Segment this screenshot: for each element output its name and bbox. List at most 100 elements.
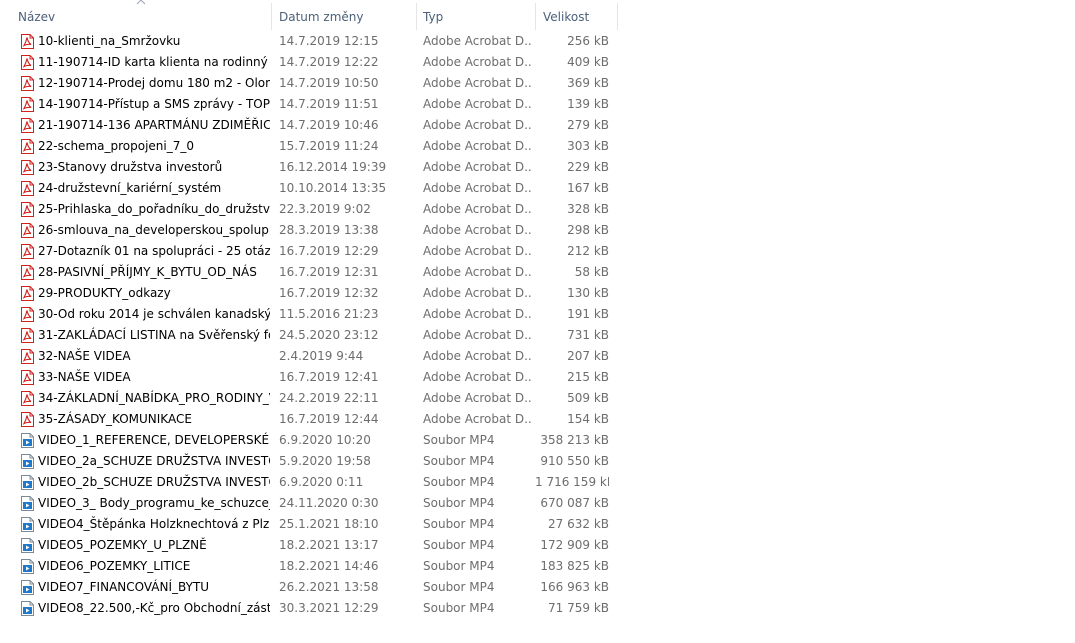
file-row[interactable]: VIDEO6_POZEMKY_LITICE 18.2.2021 14:46 So…	[0, 556, 620, 577]
file-name: 23-Stanovy družstva investorů	[38, 160, 223, 174]
file-row[interactable]: 26-smlouva_na_developerskou_spolupraci 2…	[0, 220, 620, 241]
file-row[interactable]: VIDEO4_Štěpánka Holzknechtová z Plzně ..…	[0, 514, 620, 535]
file-size: 910 550 kB	[540, 454, 609, 468]
file-type: Adobe Acrobat D...	[423, 286, 531, 300]
file-row[interactable]: 34-ZÁKLADNÍ_NABÍDKA_PRO_RODINY_V... 24.2…	[0, 388, 620, 409]
pdf-icon	[21, 202, 34, 217]
file-type: Adobe Acrobat D...	[423, 391, 531, 405]
pdf-icon	[21, 34, 34, 49]
file-row[interactable]: VIDEO_1_REFERENCE, DEVELOPERSKÉ SE... 6.…	[0, 430, 620, 451]
pdf-icon	[21, 391, 34, 406]
file-row[interactable]: VIDEO7_FINANCOVÁNÍ_BYTU 26.2.2021 13:58 …	[0, 577, 620, 598]
file-size: 172 909 kB	[540, 538, 609, 552]
file-row[interactable]: VIDEO8_22.500,-Kč_pro Obchodní_zástup...…	[0, 598, 620, 619]
file-row[interactable]: 35-ZÁSADY_KOMUNIKACE 16.7.2019 12:44 Ado…	[0, 409, 620, 430]
file-row[interactable]: 28-PASIVNÍ_PŘÍJMY_K_BYTU_OD_NÁS 16.7.201…	[0, 262, 620, 283]
file-list: 10-klienti_na_Smržovku 14.7.2019 12:15 A…	[0, 31, 620, 619]
file-size: 212 kB	[567, 244, 609, 258]
file-name: VIDEO_2a_SCHUZE DRUŽSTVA INVESTOR...	[38, 454, 270, 468]
column-header-type[interactable]: Typ	[417, 0, 535, 34]
file-name: 34-ZÁKLADNÍ_NABÍDKA_PRO_RODINY_V...	[38, 391, 270, 405]
video-file-icon	[21, 517, 34, 532]
file-row[interactable]: 29-PRODUKTY_odkazy 16.7.2019 12:32 Adobe…	[0, 283, 620, 304]
file-type: Soubor MP4	[423, 475, 495, 489]
pdf-icon	[21, 328, 34, 343]
file-name: 11-190714-ID karta klienta na rodinný dů…	[38, 55, 270, 69]
file-date-modified: 16.7.2019 12:44	[279, 412, 379, 426]
file-row[interactable]: 10-klienti_na_Smržovku 14.7.2019 12:15 A…	[0, 31, 620, 52]
file-row[interactable]: 22-schema_propojeni_7_0 15.7.2019 11:24 …	[0, 136, 620, 157]
file-type: Adobe Acrobat D...	[423, 181, 531, 195]
file-type: Adobe Acrobat D...	[423, 97, 531, 111]
file-size: 298 kB	[567, 223, 609, 237]
file-type: Adobe Acrobat D...	[423, 76, 531, 90]
file-row[interactable]: 23-Stanovy družstva investorů 16.12.2014…	[0, 157, 620, 178]
file-row[interactable]: 14-190714-Přístup a SMS zprávy - TOPRO..…	[0, 94, 620, 115]
file-size: 358 213 kB	[540, 433, 609, 447]
column-header-size[interactable]: Velikost	[537, 0, 617, 34]
file-date-modified: 14.7.2019 12:15	[279, 34, 379, 48]
file-type: Adobe Acrobat D...	[423, 349, 531, 363]
column-divider[interactable]	[617, 3, 618, 30]
pdf-icon	[21, 160, 34, 175]
column-divider[interactable]	[271, 3, 272, 30]
file-row[interactable]: VIDEO_2a_SCHUZE DRUŽSTVA INVESTOR... 5.9…	[0, 451, 620, 472]
file-name: VIDEO6_POZEMKY_LITICE	[38, 559, 191, 573]
file-size: 139 kB	[567, 97, 609, 111]
file-size: 154 kB	[567, 412, 609, 426]
file-row[interactable]: 25-Prihlaska_do_pořadníku_do_družstva_..…	[0, 199, 620, 220]
file-date-modified: 11.5.2016 21:23	[279, 307, 379, 321]
pdf-icon	[21, 307, 34, 322]
pdf-icon	[21, 118, 34, 133]
video-file-icon	[21, 580, 34, 595]
file-row[interactable]: 33-NAŠE VIDEA 16.7.2019 12:41 Adobe Acro…	[0, 367, 620, 388]
video-file-icon	[21, 601, 34, 616]
file-size: 167 kB	[567, 181, 609, 195]
file-name: 32-NAŠE VIDEA	[38, 349, 131, 363]
file-row[interactable]: 30-Od roku 2014 je schválen kanadský sv.…	[0, 304, 620, 325]
file-type: Adobe Acrobat D...	[423, 202, 531, 216]
file-row[interactable]: 21-190714-136 APARTMÁNU ZDIMĚŘICE 14.7.2…	[0, 115, 620, 136]
file-type: Adobe Acrobat D...	[423, 118, 531, 132]
file-row[interactable]: VIDEO_2b_SCHUZE DRUŽSTVA INVESTOR... 6.9…	[0, 472, 620, 493]
file-date-modified: 28.3.2019 13:38	[279, 223, 379, 237]
file-type: Adobe Acrobat D...	[423, 244, 531, 258]
file-date-modified: 26.2.2021 13:58	[279, 580, 379, 594]
pdf-icon	[21, 265, 34, 280]
file-row[interactable]: 24-družstevní_kariérní_systém 10.10.2014…	[0, 178, 620, 199]
file-row[interactable]: 12-190714-Prodej domu 180 m2 - Olomo... …	[0, 73, 620, 94]
column-header-name[interactable]: Název	[12, 0, 271, 34]
file-size: 215 kB	[567, 370, 609, 384]
file-row[interactable]: 32-NAŠE VIDEA 2.4.2019 9:44 Adobe Acroba…	[0, 346, 620, 367]
file-row[interactable]: 31-ZAKLÁDACÍ LISTINA na Svěřenský fon...…	[0, 325, 620, 346]
file-date-modified: 18.2.2021 14:46	[279, 559, 379, 573]
file-name: 29-PRODUKTY_odkazy	[38, 286, 171, 300]
file-row[interactable]: 11-190714-ID karta klienta na rodinný dů…	[0, 52, 620, 73]
file-size: 409 kB	[567, 55, 609, 69]
file-type: Adobe Acrobat D...	[423, 265, 531, 279]
file-name: VIDEO5_POZEMKY_U_PLZNĚ	[38, 538, 207, 552]
file-size: 27 632 kB	[548, 517, 609, 531]
file-date-modified: 25.1.2021 18:10	[279, 517, 379, 531]
file-date-modified: 15.7.2019 11:24	[279, 139, 379, 153]
file-row[interactable]: VIDEO_3_ Body_programu_ke_schuzce_s_... …	[0, 493, 620, 514]
file-size: 166 963 kB	[540, 580, 609, 594]
file-size: 369 kB	[567, 76, 609, 90]
file-type: Soubor MP4	[423, 559, 495, 573]
file-row[interactable]: VIDEO5_POZEMKY_U_PLZNĚ 18.2.2021 13:17 S…	[0, 535, 620, 556]
file-name: VIDEO_2b_SCHUZE DRUŽSTVA INVESTOR...	[38, 475, 270, 489]
pdf-icon	[21, 76, 34, 91]
column-divider[interactable]	[535, 3, 536, 30]
file-row[interactable]: 27-Dotazník 01 na spolupráci - 25 otázek…	[0, 241, 620, 262]
file-name: 28-PASIVNÍ_PŘÍJMY_K_BYTU_OD_NÁS	[38, 265, 257, 279]
file-size: 207 kB	[567, 349, 609, 363]
file-size: 191 kB	[567, 307, 609, 321]
file-type: Adobe Acrobat D...	[423, 223, 531, 237]
file-size: 229 kB	[567, 160, 609, 174]
file-date-modified: 16.7.2019 12:31	[279, 265, 379, 279]
file-name: VIDEO_1_REFERENCE, DEVELOPERSKÉ SE...	[38, 433, 270, 447]
file-name: VIDEO_3_ Body_programu_ke_schuzce_s_...	[38, 496, 270, 510]
column-header-date[interactable]: Datum změny	[273, 0, 416, 34]
file-type: Adobe Acrobat D...	[423, 160, 531, 174]
file-date-modified: 14.7.2019 10:50	[279, 76, 379, 90]
